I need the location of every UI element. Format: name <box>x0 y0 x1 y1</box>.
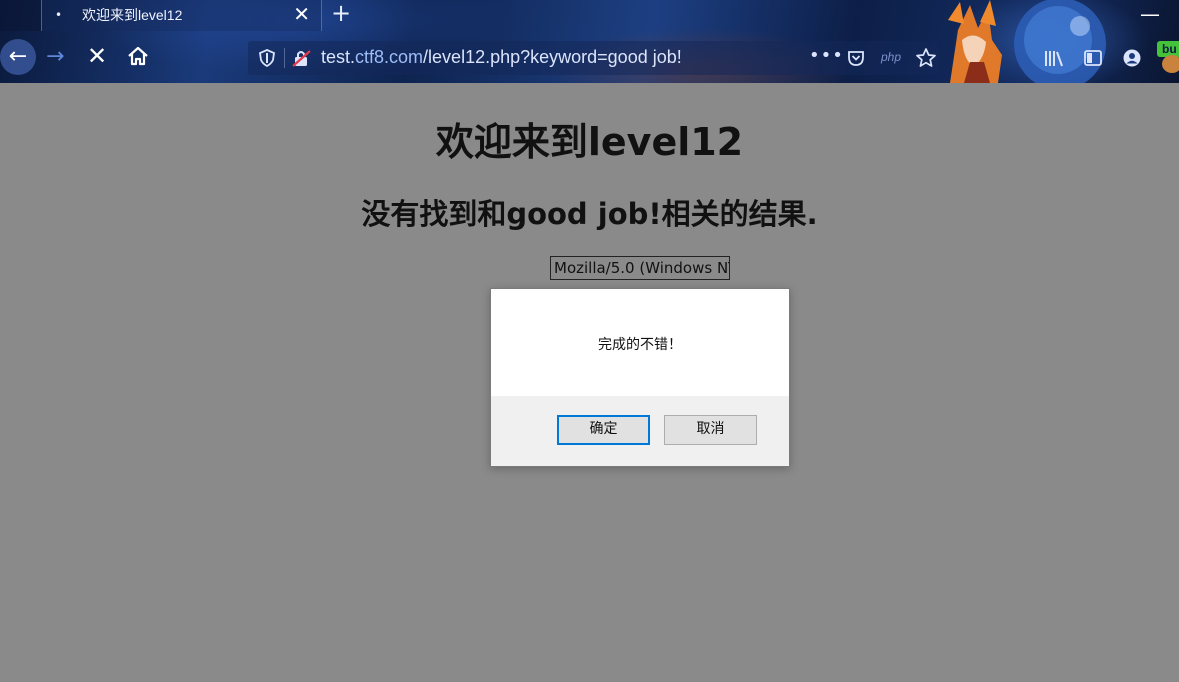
sidebar-icon[interactable] <box>1083 48 1103 68</box>
php-extension-label[interactable]: php <box>881 50 901 64</box>
minimize-window-button[interactable]: — <box>1140 2 1160 26</box>
home-icon[interactable] <box>124 42 152 70</box>
stop-loading-button[interactable]: ✕ <box>87 42 107 70</box>
extension-icon[interactable] <box>1162 55 1179 73</box>
star-icon[interactable] <box>915 47 937 69</box>
ok-button[interactable]: 确定 <box>557 415 650 445</box>
forward-button[interactable]: → <box>46 43 64 71</box>
confirm-dialog: 完成的不错！ 确定 取消 <box>490 288 790 467</box>
url-host: ctf8.com <box>355 47 424 67</box>
library-icon[interactable] <box>1043 48 1065 68</box>
search-result-message: 没有找到和good job!相关的结果. <box>361 197 818 231</box>
page-heading: 欢迎来到level12 <box>435 120 744 164</box>
address-bar-separator <box>284 48 285 68</box>
dialog-body: 完成的不错！ <box>491 289 789 396</box>
url-text[interactable]: test.ctf8.com/level12.php?keyword=good j… <box>321 47 682 68</box>
address-bar[interactable]: test.ctf8.com/level12.php?keyword=good j… <box>248 41 938 75</box>
url-prefix: test. <box>321 47 356 67</box>
dialog-message: 完成的不错！ <box>598 337 682 353</box>
tab-title: 欢迎来到level12 <box>82 7 183 23</box>
pocket-icon[interactable] <box>846 48 866 68</box>
shield-icon[interactable] <box>258 49 276 67</box>
tab-close-icon[interactable]: ✕ <box>293 2 310 26</box>
tab-strip-spacer <box>0 0 41 31</box>
tab-active[interactable]: • 欢迎来到level12 ✕ <box>41 0 322 31</box>
back-button[interactable]: ← <box>0 39 36 75</box>
navigation-toolbar: ← → ✕ test.ctf8.com/level12.php?keyword=… <box>0 31 1179 83</box>
page-actions-menu-icon[interactable]: ••• <box>809 45 844 66</box>
browser-chrome: • 欢迎来到level12 ✕ + — ← → ✕ test.ctf8.com/… <box>0 0 1179 83</box>
new-tab-button[interactable]: + <box>331 0 351 26</box>
insecure-connection-icon[interactable] <box>292 49 312 67</box>
cancel-button[interactable]: 取消 <box>664 415 757 445</box>
account-icon[interactable] <box>1122 48 1142 68</box>
url-path: /level12.php?keyword=good job! <box>423 47 682 67</box>
tab-loading-indicator: • <box>55 8 63 22</box>
tab-bar: • 欢迎来到level12 ✕ + — <box>0 0 1179 31</box>
user-agent-input[interactable]: Mozilla/5.0 (Windows NT <box>550 256 730 280</box>
